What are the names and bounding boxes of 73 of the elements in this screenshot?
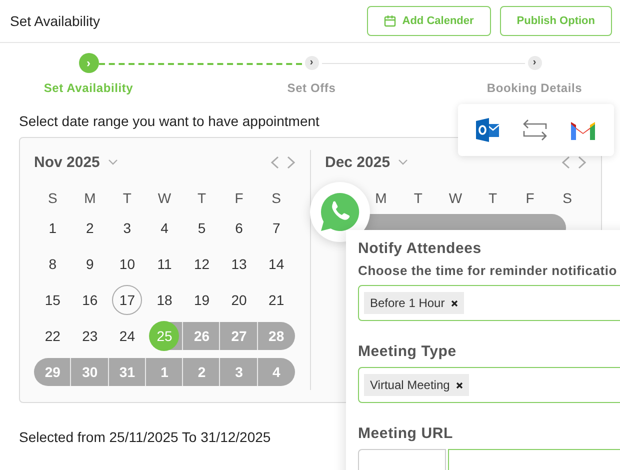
weekday-label: S [562,189,574,208]
previous-month-icon[interactable] [562,156,570,168]
calendar-day[interactable]: 24 [112,321,142,351]
month-title[interactable]: Dec 2025 [325,154,390,170]
range-highlight [220,322,258,350]
range-highlight [220,358,258,386]
calendar-day[interactable]: 15 [38,285,68,315]
outlook-icon[interactable] [474,117,501,143]
caret-icon[interactable] [398,159,408,165]
next-month-icon[interactable] [287,156,295,168]
section-hint: Choose the time for reminder notificatio [358,263,618,278]
page-title: Set Availability [10,13,100,29]
range-highlight [146,358,184,386]
weekday-label: M [83,189,97,208]
step-indicator[interactable]: › [304,56,318,70]
range-highlight [183,358,220,386]
next-month-icon[interactable] [578,156,586,168]
calendar-day[interactable]: 18 [149,285,180,315]
calendar-day[interactable]: 23 [74,321,105,351]
selected-chip: Virtual Meeting [364,374,469,396]
remove-icon[interactable] [450,300,458,306]
previous-month-icon[interactable] [271,156,279,168]
calendar-day[interactable]: 2 [74,213,105,243]
multi-select-field[interactable]: Virtual Meeting [358,367,620,403]
calendar-day[interactable]: 12 [186,249,217,279]
section-title: Meeting URL [358,425,454,442]
range-highlight [108,358,146,386]
selection-summary: Selected from 25/11/2025 To 31/12/2025 [19,429,271,445]
calendar-day[interactable]: 17 [112,285,142,315]
calendar-day[interactable]: 6 [224,213,254,243]
section-title: Meeting Type [358,343,458,360]
weekday-label: W [448,189,464,208]
gmail-icon[interactable] [569,119,598,141]
calendar-day[interactable]: 8 [38,249,68,279]
calendar-day[interactable]: 1 [38,213,68,243]
selected-chip: Before 1 Hour [364,292,464,314]
calendar-day[interactable]: 20 [224,285,254,315]
range-highlight [258,322,295,350]
range-highlight [34,358,72,386]
calendar-day[interactable]: 7 [261,213,292,243]
calendar-day[interactable]: 22 [38,321,68,351]
weekday-label: W [156,189,172,208]
weekday-label: T [196,189,208,208]
instruction-text: Select date range you want to have appointment [19,113,320,131]
calendar-day[interactable]: 10 [112,249,142,279]
multi-select-field[interactable]: Before 1 Hour [358,285,620,321]
calendar-day[interactable]: 16 [74,285,105,315]
weekday-label: F [234,189,244,208]
calendar-day[interactable]: 5 [186,213,217,243]
weekday-label: T [488,189,498,208]
weekday-label: M [374,189,388,208]
section-title: Notify Attendees [358,240,482,257]
calendar-day[interactable]: 13 [224,249,254,279]
calendar-day[interactable]: 14 [261,249,292,279]
calendar-day[interactable]: 19 [186,285,217,315]
step-indicator[interactable]: › [528,56,542,70]
calendar-icon [384,15,396,27]
weekday-label: S [46,189,58,208]
weekday-label: S [270,189,282,208]
weekday-label: T [412,189,424,208]
calendar-day[interactable]: 21 [261,285,292,315]
month-title[interactable]: Nov 2025 [34,154,100,170]
caret-icon[interactable] [108,159,118,165]
weekday-label: F [524,189,536,208]
range-highlight [258,358,295,386]
range-highlight [71,358,109,386]
calendar-day[interactable]: 4 [149,213,180,243]
calendar-day[interactable]: 11 [149,249,180,279]
weekday-label: T [122,189,132,208]
calendar-day[interactable]: 3 [112,213,142,243]
remove-icon[interactable] [456,382,463,388]
sync-arrows-icon[interactable] [522,118,548,142]
calendar-day[interactable]: 9 [74,249,105,279]
